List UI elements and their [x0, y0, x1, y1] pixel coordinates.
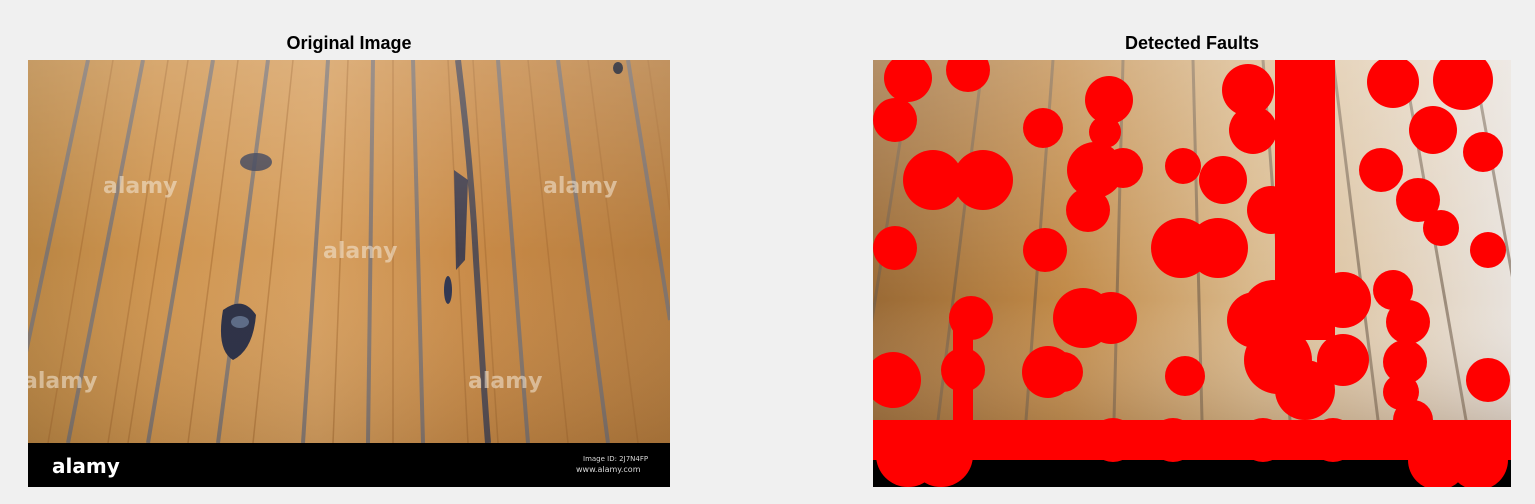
- footer-logo: alamy: [52, 454, 120, 478]
- detected-faults-image: [873, 60, 1511, 487]
- watermark-text: alamy: [543, 174, 618, 199]
- watermark-text: alamy: [28, 369, 98, 394]
- watermark-text: alamy: [103, 174, 178, 199]
- right-panel-title: Detected Faults: [1124, 33, 1260, 53]
- footer-image-id: Image ID: 2J7N4FP: [583, 455, 648, 463]
- original-image: alamy alamy alamy alamy alamy alamy Imag…: [28, 60, 670, 487]
- footer-bar: [28, 443, 670, 487]
- left-panel-title: Original Image: [286, 33, 412, 53]
- watermark-text: alamy: [468, 369, 543, 394]
- watermark-text: alamy: [323, 239, 398, 264]
- original-image-axes: alamy alamy alamy alamy alamy alamy Imag…: [28, 60, 670, 487]
- footer-url: www.alamy.com: [576, 465, 641, 474]
- detected-faults-axes: [873, 60, 1511, 487]
